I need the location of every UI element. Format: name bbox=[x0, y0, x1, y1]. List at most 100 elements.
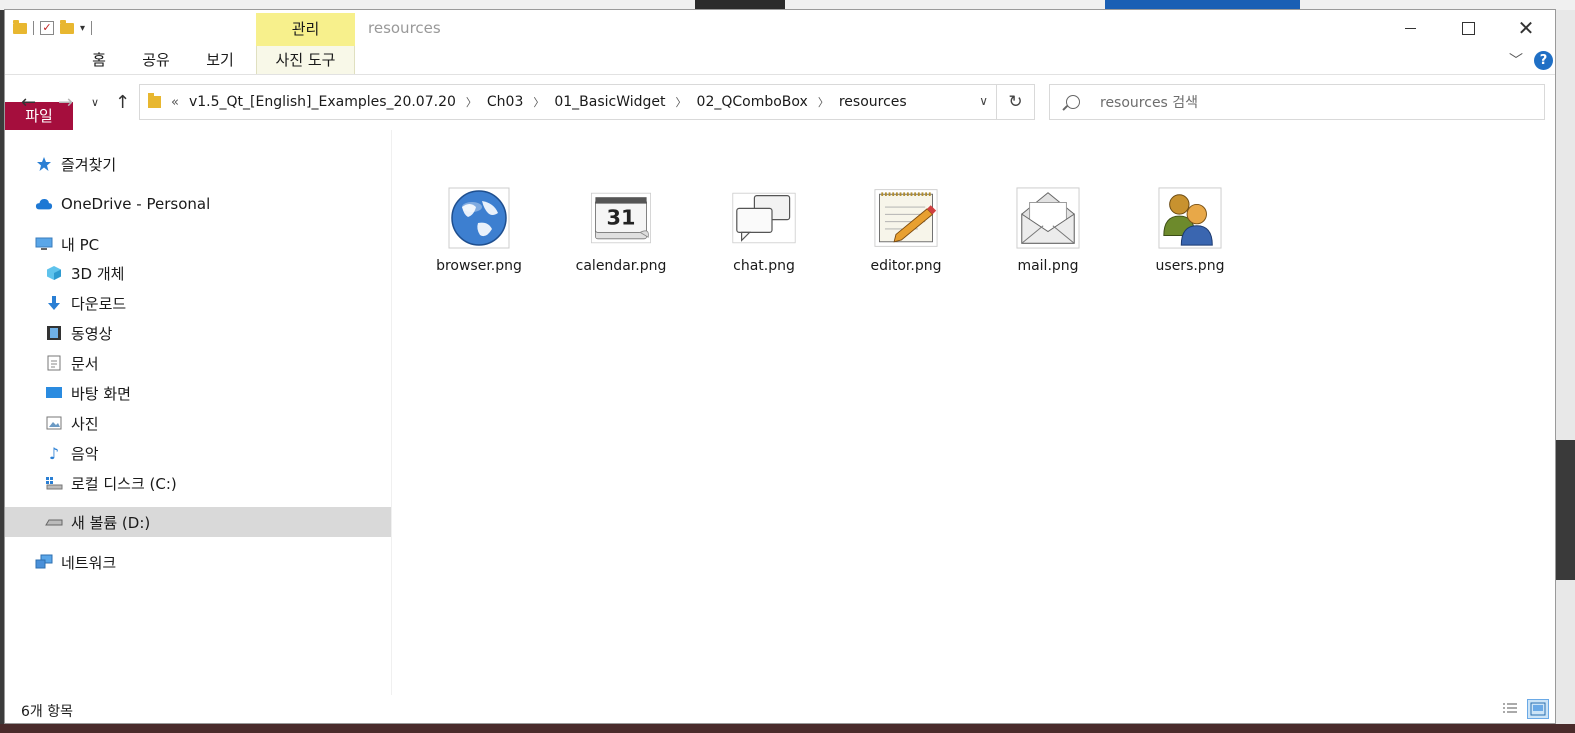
music-icon: ♪ bbox=[48, 443, 60, 463]
forward-arrow-icon[interactable]: → bbox=[58, 92, 73, 113]
file-item-mail[interactable]: mail.png bbox=[988, 186, 1108, 274]
globe-icon bbox=[447, 186, 511, 250]
file-name: chat.png bbox=[733, 258, 795, 274]
file-name: browser.png bbox=[436, 258, 522, 274]
users-icon bbox=[1158, 186, 1222, 250]
file-name: calendar.png bbox=[575, 258, 667, 274]
contextual-tab-manage[interactable]: 관리 bbox=[256, 13, 355, 46]
tab-home[interactable]: 홈 bbox=[79, 46, 119, 74]
tab-picture-tools[interactable]: 사진 도구 bbox=[256, 46, 355, 74]
navigation-pane: 즐겨찾기 OneDrive - Personal 내 PC 3D 개체 다운로드 bbox=[5, 130, 391, 695]
window-title: resources bbox=[368, 19, 441, 37]
navigation-bar: ← → ∨ ↑ « v1.5_Qt_[English]_Examples_20.… bbox=[5, 84, 1555, 122]
sidebar-item-desktop[interactable]: 바탕 화면 bbox=[5, 378, 391, 408]
minimize-button[interactable] bbox=[1381, 10, 1439, 46]
file-name: editor.png bbox=[870, 258, 942, 274]
new-folder-icon[interactable] bbox=[60, 19, 74, 34]
maximize-icon bbox=[1461, 21, 1475, 35]
drive-icon bbox=[45, 514, 63, 530]
properties-check-icon[interactable]: ✓ bbox=[40, 21, 54, 35]
sidebar-item-label: 다운로드 bbox=[71, 294, 127, 313]
sidebar-item-documents[interactable]: 문서 bbox=[5, 348, 391, 378]
sidebar-item-onedrive[interactable]: OneDrive - Personal bbox=[5, 189, 391, 219]
refresh-button[interactable]: ↻ bbox=[997, 84, 1035, 120]
breadcrumb-item[interactable]: resources bbox=[839, 94, 907, 110]
file-item-calendar[interactable]: 31 calendar.png bbox=[561, 186, 681, 274]
breadcrumb: « v1.5_Qt_[English]_Examples_20.07.20 〉 … bbox=[171, 94, 907, 110]
background-panel-fragment bbox=[1556, 440, 1575, 580]
breadcrumb-item[interactable]: 02_QComboBox bbox=[697, 94, 808, 110]
sidebar-item-label: 내 PC bbox=[61, 235, 100, 254]
status-item-count: 6개 항목 bbox=[21, 704, 73, 720]
sidebar-item-downloads[interactable]: 다운로드 bbox=[5, 288, 391, 318]
tab-share[interactable]: 공유 bbox=[135, 46, 177, 74]
file-item-chat[interactable]: chat.png bbox=[704, 186, 824, 274]
search-icon bbox=[1066, 95, 1080, 109]
file-item-editor[interactable]: editor.png bbox=[846, 186, 966, 274]
file-explorer-window: ✓ ▾ 관리 resources ✕ 파일 홈 공유 보기 사진 도구 ﹀ ? … bbox=[4, 9, 1556, 724]
pc-icon bbox=[35, 236, 53, 252]
title-bar: ✓ ▾ 관리 resources ✕ bbox=[5, 10, 1555, 46]
sidebar-item-quick-access[interactable]: 즐겨찾기 bbox=[5, 149, 391, 179]
sidebar-item-local-disk-c[interactable]: 로컬 디스크 (C:) bbox=[5, 468, 391, 498]
maximize-button[interactable] bbox=[1439, 10, 1497, 46]
chevron-right-icon[interactable]: 〉 bbox=[533, 94, 544, 110]
breadcrumb-overflow[interactable]: « bbox=[171, 95, 179, 110]
address-dropdown-chevron-icon[interactable]: ∨ bbox=[979, 94, 988, 108]
sidebar-item-label: 동영상 bbox=[71, 324, 113, 343]
large-icons-view-icon bbox=[1530, 702, 1546, 716]
sidebar-item-label: 3D 개체 bbox=[71, 264, 125, 283]
recent-locations-chevron-icon[interactable]: ∨ bbox=[91, 96, 99, 109]
chevron-right-icon[interactable]: 〉 bbox=[466, 94, 477, 110]
chevron-right-icon[interactable]: 〉 bbox=[676, 94, 687, 110]
sidebar-item-music[interactable]: ♪ 음악 bbox=[5, 438, 391, 468]
sidebar-item-new-volume-d[interactable]: 새 볼륨 (D:) bbox=[5, 507, 391, 537]
chevron-right-icon[interactable]: 〉 bbox=[818, 94, 829, 110]
toolbar-divider bbox=[33, 21, 34, 35]
search-input[interactable]: resources 검색 bbox=[1049, 84, 1545, 120]
sidebar-item-network[interactable]: 네트워크 bbox=[5, 547, 391, 577]
details-view-icon bbox=[1503, 703, 1517, 713]
sidebar-item-label: 새 볼륨 (D:) bbox=[71, 513, 151, 532]
sidebar-item-label: 음악 bbox=[71, 444, 99, 463]
sidebar-item-label: 로컬 디스크 (C:) bbox=[71, 474, 177, 493]
background-desktop-right bbox=[1556, 10, 1575, 733]
desktop-icon bbox=[45, 385, 63, 401]
file-item-users[interactable]: users.png bbox=[1130, 186, 1250, 274]
address-bar[interactable]: « v1.5_Qt_[English]_Examples_20.07.20 〉 … bbox=[139, 84, 997, 120]
close-icon: ✕ bbox=[1517, 16, 1535, 40]
folder-icon[interactable] bbox=[13, 19, 27, 34]
toolbar-divider bbox=[91, 21, 93, 35]
back-arrow-icon[interactable]: ← bbox=[21, 92, 36, 113]
sidebar-item-label: OneDrive - Personal bbox=[61, 195, 211, 213]
large-icons-view-button[interactable] bbox=[1527, 699, 1549, 719]
envelope-icon bbox=[1016, 186, 1080, 250]
pane-splitter[interactable] bbox=[391, 130, 392, 695]
sidebar-item-label: 즐겨찾기 bbox=[61, 155, 117, 174]
video-icon bbox=[45, 325, 63, 341]
breadcrumb-item[interactable]: 01_BasicWidget bbox=[554, 94, 665, 110]
sidebar-item-this-pc[interactable]: 내 PC bbox=[5, 229, 391, 259]
sidebar-item-3d-objects[interactable]: 3D 개체 bbox=[5, 258, 391, 288]
file-item-browser[interactable]: browser.png bbox=[419, 186, 539, 274]
breadcrumb-item[interactable]: Ch03 bbox=[487, 94, 523, 110]
star-icon bbox=[35, 156, 53, 172]
sidebar-item-pictures[interactable]: 사진 bbox=[5, 408, 391, 438]
details-view-button[interactable] bbox=[1499, 699, 1521, 719]
tab-view[interactable]: 보기 bbox=[199, 46, 241, 74]
sidebar-item-videos[interactable]: 동영상 bbox=[5, 318, 391, 348]
view-toggle bbox=[1499, 699, 1549, 719]
close-button[interactable]: ✕ bbox=[1497, 10, 1555, 46]
help-icon[interactable]: ? bbox=[1534, 51, 1553, 70]
expand-ribbon-chevron-icon[interactable]: ﹀ bbox=[1509, 50, 1523, 70]
ribbon-divider bbox=[5, 74, 1555, 75]
up-arrow-icon[interactable]: ↑ bbox=[115, 92, 130, 113]
breadcrumb-item[interactable]: v1.5_Qt_[English]_Examples_20.07.20 bbox=[189, 94, 456, 110]
search-placeholder: resources 검색 bbox=[1100, 95, 1199, 111]
minimize-icon bbox=[1404, 27, 1416, 29]
cube-icon bbox=[45, 265, 63, 281]
file-list: browser.png 31 calendar.png chat.png edi… bbox=[395, 130, 1545, 695]
file-name: mail.png bbox=[1017, 258, 1079, 274]
download-icon bbox=[45, 295, 63, 311]
customize-toolbar-chevron-icon[interactable]: ▾ bbox=[80, 23, 85, 34]
